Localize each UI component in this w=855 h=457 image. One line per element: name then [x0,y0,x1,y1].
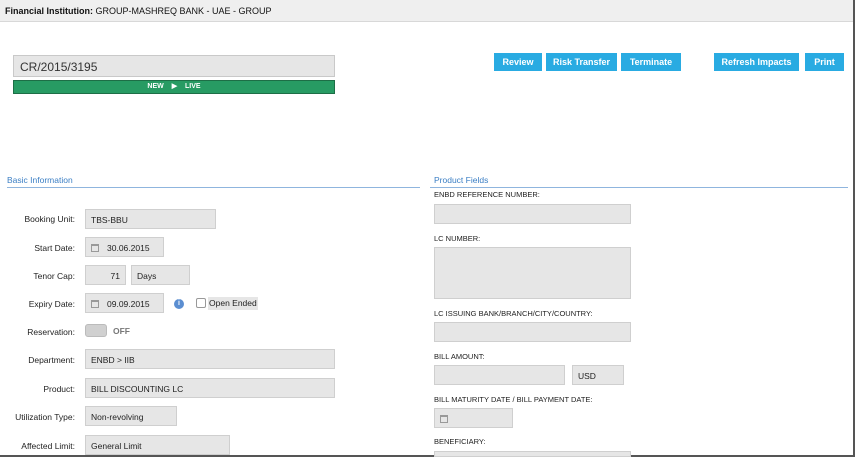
terminate-button[interactable]: Terminate [621,53,681,71]
financial-institution-value: GROUP-MASHREQ BANK - UAE - GROUP [95,6,272,16]
status-to: LIVE [185,83,201,90]
play-arrow-icon: ▶ [171,83,178,90]
basic-information-title: Basic Information [7,175,73,185]
lc-number-textarea[interactable] [434,247,631,299]
product-fields-title: Product Fields [434,175,489,185]
department-field[interactable]: ENBD > IIB [85,349,335,369]
enbd-reference-label: ENBD REFERENCE NUMBER: [434,190,540,199]
open-ended-label[interactable]: Open Ended [208,297,258,310]
bill-amount-label: BILL AMOUNT: [434,352,485,361]
print-button[interactable]: Print [805,53,844,71]
start-date-field[interactable]: 30.06.2015 [85,237,164,257]
financial-institution: Financial Institution: GROUP-MASHREQ BAN… [5,6,272,16]
reservation-label: Reservation: [27,327,75,337]
expiry-date-label: Expiry Date: [28,299,75,309]
expiry-date-value: 09.09.2015 [107,299,150,309]
calendar-icon[interactable] [91,300,99,308]
product-field[interactable]: BILL DISCOUNTING LC [85,378,335,398]
expiry-date-field[interactable]: 09.09.2015 [85,293,164,313]
top-bar: Financial Institution: GROUP-MASHREQ BAN… [0,0,855,22]
lc-issuing-bank-label: LC ISSUING BANK/BRANCH/CITY/COUNTRY: [434,309,593,318]
calendar-icon[interactable] [91,244,99,252]
utilization-type-label: Utilization Type: [15,412,75,422]
beneficiary-input[interactable] [434,451,631,457]
info-icon[interactable]: i [174,299,184,309]
tenor-cap-value-field[interactable]: 71 [85,265,126,285]
reservation-state: OFF [113,326,130,336]
lc-number-label: LC NUMBER: [434,234,481,243]
financial-institution-label: Financial Institution: [5,6,93,16]
enbd-reference-input[interactable] [434,204,631,224]
department-label: Department: [28,355,75,365]
affected-limit-field[interactable]: General Limit [85,435,230,455]
bill-maturity-date-field[interactable] [434,408,513,428]
utilization-type-field[interactable]: Non-revolving [85,406,177,426]
reservation-toggle[interactable] [85,324,107,337]
bill-maturity-label: BILL MATURITY DATE / BILL PAYMENT DATE: [434,395,593,404]
tenor-cap-unit-select[interactable]: Days [131,265,190,285]
calendar-icon[interactable] [440,415,448,423]
start-date-value: 30.06.2015 [107,243,150,253]
open-ended-checkbox[interactable] [196,298,206,308]
bill-amount-input[interactable] [434,365,565,385]
status-progress-bar: NEW ▶ LIVE [13,80,335,94]
start-date-label: Start Date: [34,243,75,253]
bill-amount-currency-select[interactable]: USD [572,365,624,385]
record-reference: CR/2015/3195 [13,55,335,77]
refresh-impacts-button[interactable]: Refresh Impacts [714,53,799,71]
product-fields-divider [430,187,848,188]
booking-unit-field[interactable]: TBS-BBU [85,209,216,229]
review-button[interactable]: Review [494,53,542,71]
tenor-cap-label: Tenor Cap: [33,271,75,281]
beneficiary-label: BENEFICIARY: [434,437,486,446]
product-label: Product: [43,384,75,394]
booking-unit-label: Booking Unit: [24,214,75,224]
status-from: NEW [147,83,164,90]
basic-information-divider [7,187,420,188]
lc-issuing-bank-input[interactable] [434,322,631,342]
affected-limit-label: Affected Limit: [21,441,75,451]
risk-transfer-button[interactable]: Risk Transfer [546,53,617,71]
